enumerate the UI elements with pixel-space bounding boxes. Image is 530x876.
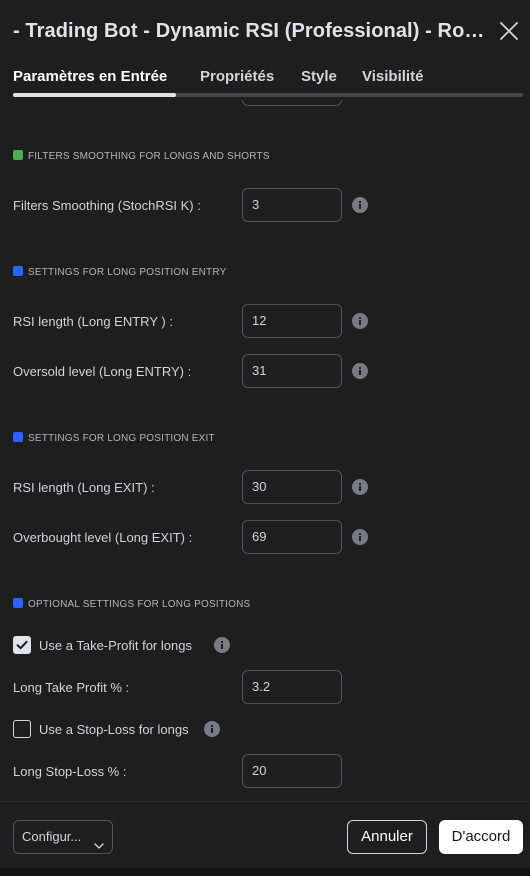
tab-inputs[interactable]: Paramètres en Entrée [13, 68, 167, 85]
blue-square-icon [13, 598, 23, 608]
indicator-settings-dialog: - Trading Bot - Dynamic RSI (Professiona… [0, 0, 530, 876]
info-icon[interactable] [214, 637, 230, 653]
long-stop-loss-input[interactable]: 20 [242, 754, 342, 788]
checkmark-icon [16, 640, 28, 650]
tab-style[interactable]: Style [301, 68, 337, 85]
tab-bar: Paramètres en Entrée Propriétés Style Vi… [0, 62, 530, 100]
info-icon[interactable] [352, 529, 368, 545]
section-long-exit-label: SETTINGS FOR LONG POSITION EXIT [28, 433, 215, 444]
scrolled-off-input[interactable] [242, 100, 342, 106]
dialog-footer: Configur... Annuler D'accord [0, 801, 530, 868]
section-long-entry-header: SETTINGS FOR LONG POSITION ENTRY [13, 266, 226, 278]
bottom-edge [0, 868, 530, 876]
rsi-long-exit-label: RSI length (Long EXIT) : [13, 480, 155, 495]
active-tab-indicator [13, 93, 176, 97]
section-long-exit-header: SETTINGS FOR LONG POSITION EXIT [13, 432, 215, 444]
section-filters-label: FILTERS SMOOTHING FOR LONGS AND SHORTS [28, 151, 270, 162]
defaults-dropdown-label: Configur... [22, 829, 82, 844]
info-icon[interactable] [204, 721, 220, 737]
long-take-profit-label: Long Take Profit % : [13, 680, 130, 695]
rsi-long-entry-label: RSI length (Long ENTRY ) : [13, 314, 173, 329]
section-optional-header: OPTIONAL SETTINGS FOR LONG POSITIONS [13, 598, 250, 610]
ok-button[interactable]: D'accord [439, 820, 523, 854]
filters-smoothing-label: Filters Smoothing (StochRSI K) : [13, 198, 201, 213]
green-square-icon [13, 150, 23, 160]
info-icon[interactable] [352, 479, 368, 495]
stop-loss-checkbox-label[interactable]: Use a Stop-Loss for longs [39, 722, 189, 737]
oversold-long-entry-input[interactable]: 31 [242, 354, 342, 388]
info-icon[interactable] [352, 363, 368, 379]
tab-properties[interactable]: Propriétés [200, 68, 274, 85]
take-profit-checkbox[interactable] [13, 636, 31, 654]
rsi-long-exit-input[interactable]: 30 [242, 470, 342, 504]
oversold-long-entry-label: Oversold level (Long ENTRY) : [13, 364, 192, 379]
take-profit-checkbox-label[interactable]: Use a Take-Profit for longs [39, 638, 192, 653]
long-take-profit-input[interactable]: 3.2 [242, 670, 342, 704]
section-long-entry-label: SETTINGS FOR LONG POSITION ENTRY [28, 267, 227, 278]
dialog-title: - Trading Bot - Dynamic RSI (Professiona… [13, 20, 488, 42]
blue-square-icon [13, 432, 23, 442]
section-optional-label: OPTIONAL SETTINGS FOR LONG POSITIONS [28, 599, 251, 610]
overbought-long-exit-label: Overbought level (Long EXIT) : [13, 530, 193, 545]
cancel-button[interactable]: Annuler [347, 820, 427, 854]
overbought-long-exit-input[interactable]: 69 [242, 520, 342, 554]
tab-visibility[interactable]: Visibilité [362, 68, 423, 85]
section-filters-header: FILTERS SMOOTHING FOR LONGS AND SHORTS [13, 150, 270, 162]
defaults-dropdown[interactable]: Configur... [13, 820, 113, 854]
rsi-long-entry-input[interactable]: 12 [242, 304, 342, 338]
blue-square-icon [13, 266, 23, 276]
inputs-scroll-area[interactable]: FILTERS SMOOTHING FOR LONGS AND SHORTS F… [0, 100, 530, 801]
stop-loss-checkbox[interactable] [13, 720, 31, 738]
filters-smoothing-input[interactable]: 3 [242, 188, 342, 222]
close-icon[interactable] [498, 20, 520, 42]
chevron-down-icon [93, 832, 105, 849]
long-stop-loss-label: Long Stop-Loss % : [13, 764, 127, 779]
info-icon[interactable] [352, 313, 368, 329]
info-icon[interactable] [352, 197, 368, 213]
dialog-header: - Trading Bot - Dynamic RSI (Professiona… [0, 0, 530, 62]
